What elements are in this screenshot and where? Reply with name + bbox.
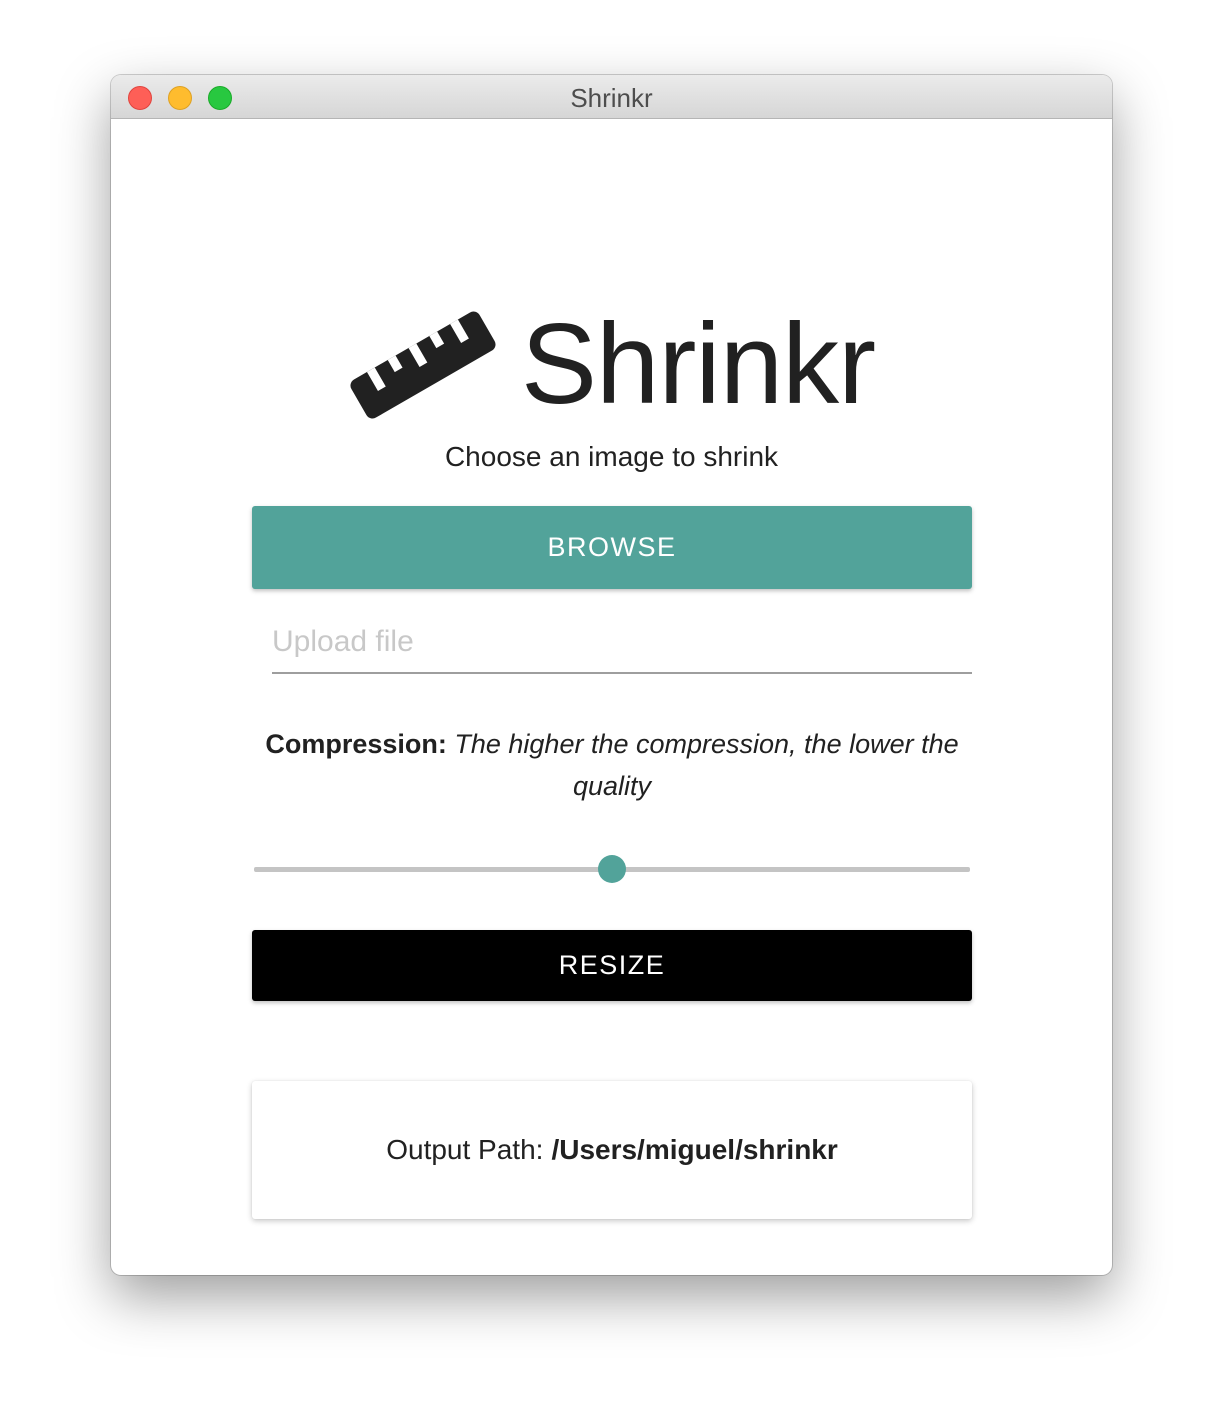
compression-hint: The higher the compression, the lower th… <box>454 729 959 801</box>
compression-label: Compression: <box>265 729 447 759</box>
main-content: Shrinkr Choose an image to shrink BROWSE… <box>111 119 1112 1275</box>
title-bar: Shrinkr <box>111 75 1112 119</box>
app-window: Shrinkr Shrinkr Choose an image to shrin… <box>111 75 1112 1275</box>
window-title: Shrinkr <box>570 83 653 113</box>
subtitle: Choose an image to shrink <box>444 441 779 472</box>
app-logo: Shrinkr <box>347 301 876 428</box>
compression-slider[interactable] <box>254 841 970 897</box>
output-path-card: Output Path: /Users/miguel/shrinkr <box>252 1081 972 1219</box>
upload-file-input[interactable] <box>272 612 972 674</box>
resize-button[interactable]: RESIZE <box>252 930 972 1001</box>
ruler-icon <box>350 311 496 419</box>
compression-description: Compression: The higher the compression,… <box>252 723 972 807</box>
app-name: Shrinkr <box>521 301 876 428</box>
slider-thumb[interactable] <box>598 855 626 883</box>
output-path-value: /Users/miguel/shrinkr <box>551 1134 838 1165</box>
browse-button[interactable]: BROWSE <box>252 506 972 589</box>
output-path-label: Output Path: <box>386 1134 544 1165</box>
